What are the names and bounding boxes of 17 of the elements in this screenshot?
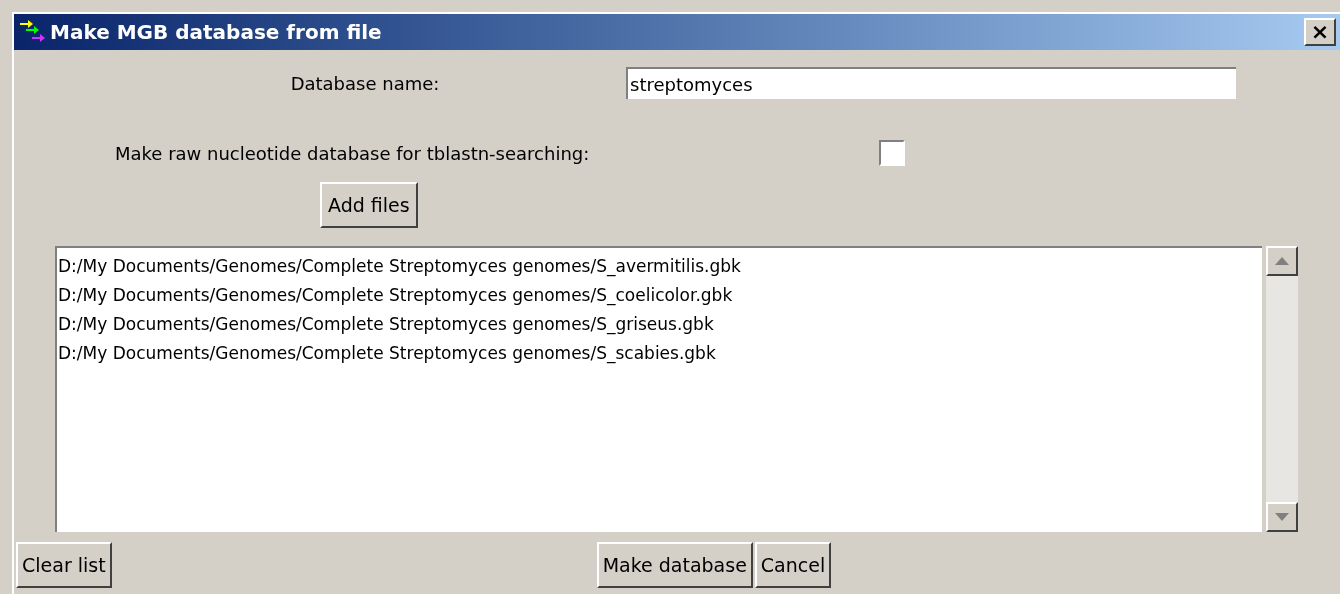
database-name-field[interactable]: streptomyces	[626, 67, 1236, 99]
window-title: Make MGB database from file	[50, 19, 383, 46]
database-name-label: Database name:	[289, 71, 441, 96]
scrollbar[interactable]	[1266, 246, 1298, 532]
cancel-button[interactable]: Cancel	[754, 542, 832, 588]
close-button[interactable]: ×	[1304, 18, 1336, 46]
make-database-button[interactable]: Make database	[596, 542, 753, 588]
scroll-up-icon[interactable]	[1266, 246, 1298, 276]
raw-nucleotide-checkbox[interactable]	[879, 140, 906, 166]
file-list-item[interactable]: D:/My Documents/Genomes/Complete Streptomyces genomes/S_griseus.gbk	[58, 310, 1262, 339]
file-list-item[interactable]: D:/My Documents/Genomes/Complete Streptomyces genomes/S_coelicolor.gbk	[58, 281, 1262, 310]
scroll-down-icon[interactable]	[1266, 502, 1298, 532]
add-files-button[interactable]: Add files	[320, 182, 418, 228]
file-list-item[interactable]: D:/My Documents/Genomes/Complete Streptomyces genomes/S_avermitilis.gbk	[58, 252, 1262, 281]
clear-list-button[interactable]: Clear list	[16, 542, 112, 588]
file-list-item[interactable]: D:/My Documents/Genomes/Complete Streptomyces genomes/S_scabies.gbk	[58, 339, 1262, 368]
raw-nucleotide-label: Make raw nucleotide database for tblastn-searching:	[115, 141, 590, 166]
